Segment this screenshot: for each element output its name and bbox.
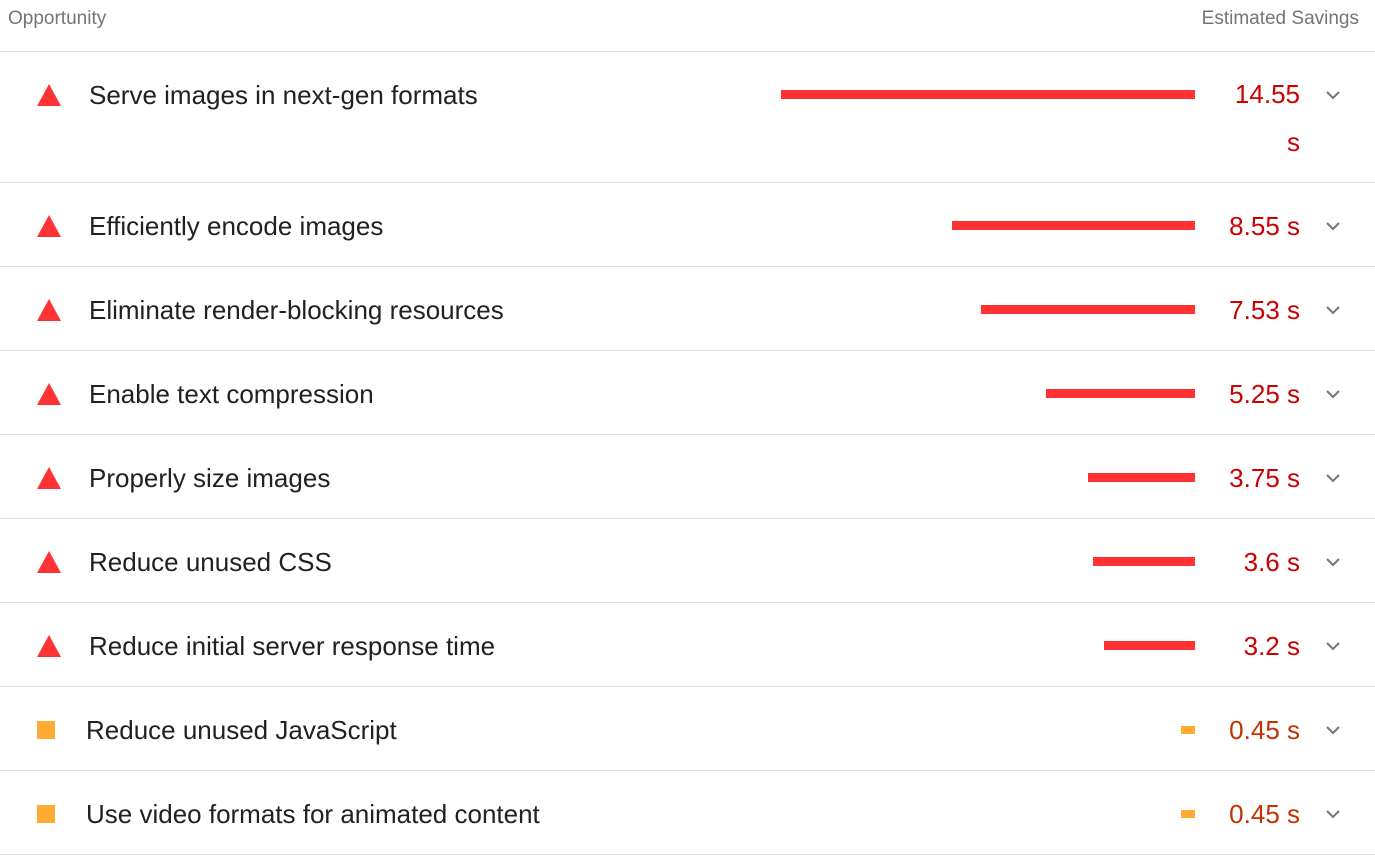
chevron-down-icon[interactable] bbox=[1324, 387, 1342, 401]
opportunity-row[interactable]: Enable text compression 5.25 s bbox=[0, 351, 1375, 435]
savings-value: 14.55 s bbox=[1234, 79, 1300, 157]
opportunity-row[interactable]: Properly size images 3.75 s bbox=[0, 435, 1375, 519]
savings-value: 3.2 s bbox=[1243, 631, 1300, 661]
chevron-down-icon[interactable] bbox=[1324, 471, 1342, 485]
chevron-down-icon[interactable] bbox=[1324, 555, 1342, 569]
opportunity-row[interactable]: Reduce unused JavaScript 0.45 s bbox=[0, 687, 1375, 771]
chevron-down-icon[interactable] bbox=[1324, 219, 1342, 233]
opportunities-header: Opportunity Estimated Savings bbox=[0, 0, 1375, 52]
opportunity-title: Use video formats for animated content bbox=[86, 799, 540, 829]
opportunity-row[interactable]: Reduce unused CSS 3.6 s bbox=[0, 519, 1375, 603]
fail-triangle-icon bbox=[37, 299, 61, 321]
savings-value: 8.55 s bbox=[1229, 211, 1300, 241]
savings-bar bbox=[952, 221, 1195, 230]
column-header-opportunity: Opportunity bbox=[8, 8, 107, 29]
opportunity-list: Serve images in next-gen formats 14.55 s… bbox=[0, 52, 1375, 855]
opportunity-row[interactable]: Efficiently encode images 8.55 s bbox=[0, 183, 1375, 267]
savings-bar bbox=[781, 90, 1195, 99]
savings-bar bbox=[1181, 726, 1195, 734]
savings-value: 5.25 s bbox=[1229, 379, 1300, 409]
savings-value: 0.45 s bbox=[1229, 715, 1300, 745]
opportunity-row[interactable]: Use video formats for animated content 0… bbox=[0, 771, 1375, 855]
savings-bar bbox=[1104, 641, 1195, 650]
average-square-icon bbox=[37, 805, 55, 823]
savings-bar bbox=[1046, 389, 1195, 398]
savings-value: 7.53 s bbox=[1229, 295, 1300, 325]
chevron-down-icon[interactable] bbox=[1324, 723, 1342, 737]
opportunities-panel: Opportunity Estimated Savings Serve imag… bbox=[0, 0, 1375, 855]
savings-bar bbox=[1181, 810, 1195, 818]
opportunity-row[interactable]: Serve images in next-gen formats 14.55 s bbox=[0, 52, 1375, 183]
savings-value: 0.45 s bbox=[1229, 799, 1300, 829]
average-square-icon bbox=[37, 721, 55, 739]
savings-bar bbox=[1088, 473, 1195, 482]
savings-bar bbox=[1093, 557, 1195, 566]
column-header-estimated-savings: Estimated Savings bbox=[1201, 8, 1359, 29]
fail-triangle-icon bbox=[37, 551, 61, 573]
opportunity-title: Properly size images bbox=[89, 463, 331, 493]
opportunity-title: Efficiently encode images bbox=[89, 211, 384, 241]
savings-bar bbox=[981, 305, 1195, 314]
opportunity-title: Eliminate render-blocking resources bbox=[89, 295, 504, 325]
savings-value: 3.6 s bbox=[1243, 547, 1300, 577]
opportunity-row[interactable]: Eliminate render-blocking resources 7.53… bbox=[0, 267, 1375, 351]
chevron-down-icon[interactable] bbox=[1324, 303, 1342, 317]
savings-value: 3.75 s bbox=[1229, 463, 1300, 493]
fail-triangle-icon bbox=[37, 383, 61, 405]
opportunity-title: Serve images in next-gen formats bbox=[89, 80, 478, 110]
fail-triangle-icon bbox=[37, 635, 61, 657]
chevron-down-icon[interactable] bbox=[1324, 807, 1342, 821]
fail-triangle-icon bbox=[37, 84, 61, 106]
fail-triangle-icon bbox=[37, 215, 61, 237]
chevron-down-icon[interactable] bbox=[1324, 639, 1342, 653]
opportunity-title: Reduce unused CSS bbox=[89, 547, 332, 577]
opportunity-title: Reduce initial server response time bbox=[89, 631, 496, 661]
opportunity-row[interactable]: Reduce initial server response time 3.2 … bbox=[0, 603, 1375, 687]
fail-triangle-icon bbox=[37, 467, 61, 489]
opportunity-title: Reduce unused JavaScript bbox=[86, 715, 397, 745]
opportunity-title: Enable text compression bbox=[89, 379, 374, 409]
chevron-down-icon[interactable] bbox=[1324, 88, 1342, 102]
